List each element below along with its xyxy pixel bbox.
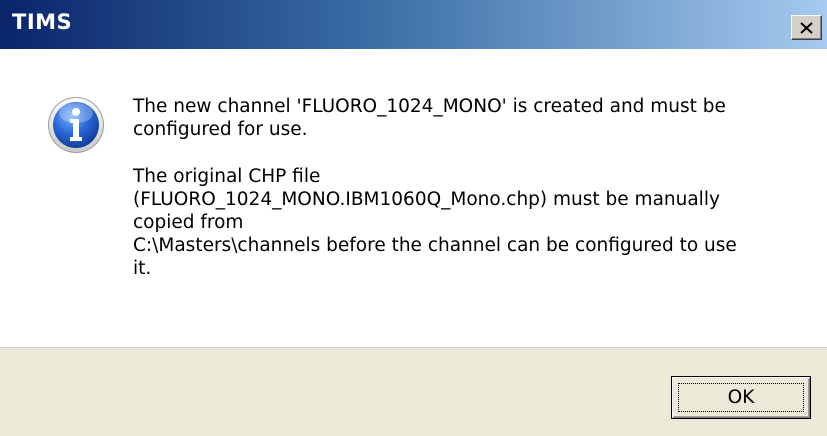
message-paragraph-1: The new channel 'FLUORO_1024_MONO' is cr… [133, 95, 798, 141]
message-paragraph-2: The original CHP file (FLUORO_1024_MONO.… [133, 165, 798, 280]
message-line: copied from [133, 212, 244, 233]
ok-button[interactable]: OK [671, 376, 811, 419]
title-bar[interactable]: TIMS [0, 0, 827, 49]
dialog-content: The new channel 'FLUORO_1024_MONO' is cr… [0, 49, 827, 347]
info-icon [48, 97, 104, 153]
message-line: (FLUORO_1024_MONO.IBM1060Q_Mono.chp) mus… [133, 189, 720, 210]
message-line: The new channel 'FLUORO_1024_MONO' is cr… [133, 96, 726, 117]
ok-button-label: OK [678, 383, 804, 412]
message-line: configured for use. [133, 119, 308, 140]
footer-divider [0, 347, 827, 348]
message-line: The original CHP file [133, 166, 321, 187]
message-line: C:\Masters\channels before the channel c… [133, 235, 737, 256]
close-button[interactable] [791, 15, 822, 40]
close-icon [800, 21, 813, 34]
message-dialog: TIMS The new channel 'FLUORO_1024_MONO' … [0, 0, 827, 436]
message-text: The new channel 'FLUORO_1024_MONO' is cr… [133, 95, 798, 280]
window-title: TIMS [12, 10, 73, 34]
message-line: it. [133, 258, 152, 279]
